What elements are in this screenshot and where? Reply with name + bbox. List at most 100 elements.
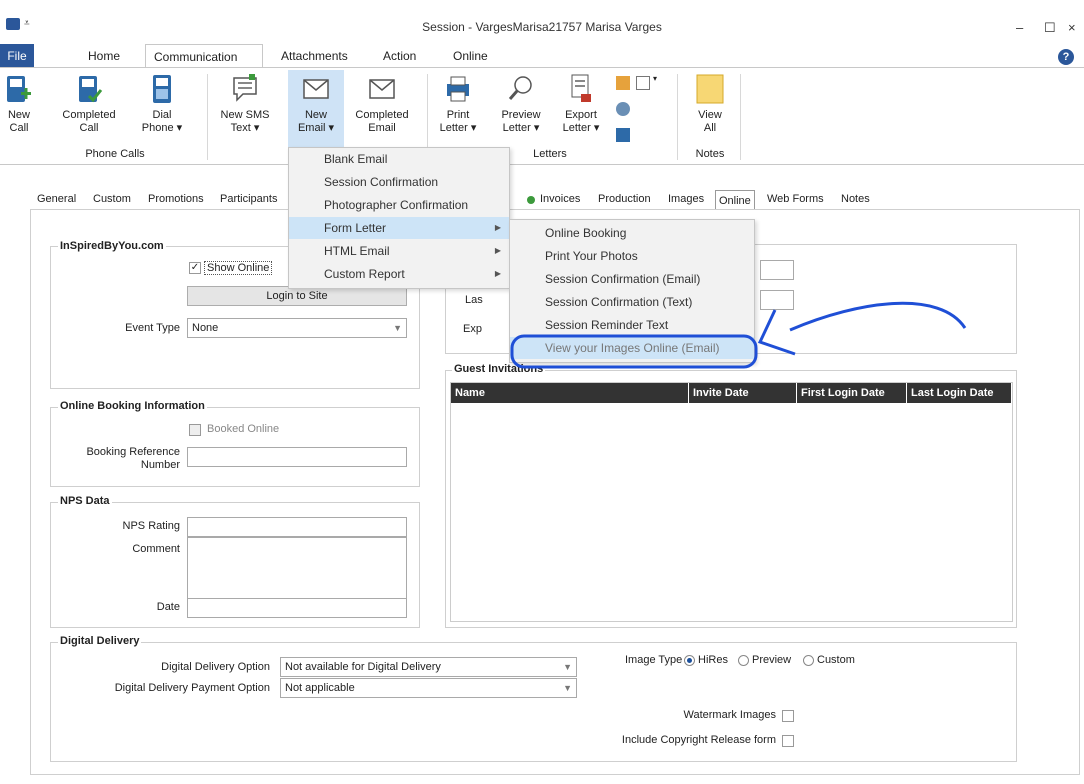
tab-action[interactable]: Action bbox=[375, 44, 424, 68]
custom-report-label: Custom Report bbox=[324, 267, 405, 281]
tab-participants[interactable]: Participants bbox=[220, 193, 277, 205]
comment-label: Comment bbox=[132, 543, 180, 555]
new-sms-button[interactable]: New SMS Text ▾ bbox=[215, 72, 275, 135]
menu-item-form-letter[interactable]: Form Letter ▶ bbox=[289, 217, 509, 239]
menu-item-custom-report[interactable]: Custom Report ▶ bbox=[289, 263, 509, 285]
copyright-checkbox[interactable] bbox=[782, 735, 794, 747]
address-book-icon[interactable] bbox=[616, 128, 630, 142]
nps-rating-label: NPS Rating bbox=[122, 520, 180, 532]
menu-item-session-confirmation[interactable]: Session Confirmation bbox=[289, 171, 509, 193]
separator bbox=[207, 74, 208, 160]
export-letter-button[interactable]: Export Letter ▾ bbox=[556, 72, 606, 135]
phone-check-icon bbox=[79, 76, 103, 103]
inspired-legend: InSpiredByYou.com bbox=[58, 240, 166, 252]
submenu-arrow-icon: ▶ bbox=[494, 246, 501, 255]
tab-invoices[interactable]: Invoices bbox=[540, 193, 580, 205]
tab-images[interactable]: Images bbox=[668, 193, 704, 205]
custom-label: Custom bbox=[817, 654, 855, 666]
watermark-checkbox[interactable] bbox=[782, 710, 794, 722]
menu-item-print-your-photos[interactable]: Print Your Photos bbox=[510, 245, 754, 267]
menu-item-blank-email[interactable]: Blank Email bbox=[289, 148, 509, 170]
tab-notes[interactable]: Notes bbox=[841, 193, 870, 205]
custom-radio[interactable] bbox=[803, 655, 814, 666]
preview-letter-button[interactable]: Preview Letter ▾ bbox=[495, 72, 547, 135]
menu-item-session-confirmation-email[interactable]: Session Confirmation (Email) bbox=[510, 268, 754, 290]
submenu-arrow-icon: ▶ bbox=[494, 223, 501, 232]
login-to-site-button[interactable]: Login to Site bbox=[187, 286, 407, 306]
tab-promotions[interactable]: Promotions bbox=[148, 193, 204, 205]
guest-invitations-table[interactable]: Name Invite Date First Login Date Last L… bbox=[450, 382, 1013, 622]
completed-call-button[interactable]: Completed Call bbox=[56, 72, 122, 135]
new-call-label: New Call bbox=[7, 109, 30, 134]
preview-radio[interactable] bbox=[738, 655, 749, 666]
tab-communication[interactable]: Communication bbox=[145, 44, 263, 68]
minimize-button[interactable]: – bbox=[1016, 20, 1023, 35]
date-label: Date bbox=[156, 601, 180, 613]
tab-online-content[interactable]: Online bbox=[715, 190, 755, 210]
html-email-label: HTML Email bbox=[324, 244, 390, 258]
column-name[interactable]: Name bbox=[451, 383, 689, 403]
print-letter-button[interactable]: Print Letter ▾ bbox=[436, 72, 480, 135]
column-first-login-date[interactable]: First Login Date bbox=[797, 383, 907, 403]
digital-payment-label: Digital Delivery Payment Option bbox=[114, 682, 270, 694]
comment-textarea[interactable] bbox=[187, 537, 407, 599]
nps-legend: NPS Data bbox=[58, 495, 112, 507]
image-type-label: Image Type bbox=[625, 654, 683, 666]
envelope-icon bbox=[303, 79, 329, 99]
menu-item-view-images-online[interactable]: View your Images Online (Email) bbox=[510, 337, 754, 359]
sticky-note-icon bbox=[696, 74, 724, 104]
new-call-button[interactable]: New Call bbox=[0, 72, 38, 135]
menu-item-session-confirmation-text[interactable]: Session Confirmation (Text) bbox=[510, 291, 754, 313]
mail-merge-icon[interactable] bbox=[616, 76, 630, 90]
event-type-label: Event Type bbox=[125, 322, 180, 334]
new-email-button[interactable]: New Email ▾ bbox=[288, 70, 344, 150]
window-title: Session - VargesMarisa21757 Marisa Varge… bbox=[422, 20, 662, 34]
view-all-notes-button[interactable]: View All bbox=[690, 72, 730, 135]
help-icon[interactable]: ? bbox=[1058, 49, 1074, 65]
show-online-label: Show Online bbox=[204, 261, 273, 275]
menu-item-session-reminder-text[interactable]: Session Reminder Text bbox=[510, 314, 754, 336]
right-field-1[interactable] bbox=[760, 260, 794, 280]
tab-online[interactable]: Online bbox=[445, 44, 496, 68]
tab-file[interactable]: File bbox=[0, 44, 34, 68]
close-button[interactable]: × bbox=[1068, 20, 1076, 35]
completed-email-button[interactable]: Completed Email bbox=[350, 72, 414, 135]
digital-option-select[interactable]: Not available for Digital Delivery ▼ bbox=[280, 657, 577, 677]
tab-production[interactable]: Production bbox=[598, 193, 651, 205]
menu-item-photographer-confirmation[interactable]: Photographer Confirmation bbox=[289, 194, 509, 216]
nps-date-input[interactable] bbox=[187, 598, 407, 618]
dial-phone-button[interactable]: Dial Phone ▾ bbox=[137, 72, 187, 135]
right-field-2[interactable] bbox=[760, 290, 794, 310]
contacts-icon[interactable] bbox=[616, 102, 630, 116]
booked-online-checkbox[interactable] bbox=[189, 424, 201, 436]
envelope-icon bbox=[369, 79, 395, 99]
maximize-button[interactable]: ☐ bbox=[1044, 20, 1056, 36]
column-invite-date[interactable]: Invite Date bbox=[689, 383, 797, 403]
tab-home[interactable]: Home bbox=[80, 44, 128, 68]
tab-web-forms[interactable]: Web Forms bbox=[767, 193, 824, 205]
ribbon-tabs: File Home Communication Attachments Acti… bbox=[0, 44, 1084, 68]
invoice-status-icon bbox=[527, 196, 535, 204]
digital-delivery-legend: Digital Delivery bbox=[58, 635, 142, 647]
view-all-label: View All bbox=[698, 109, 722, 134]
booking-ref-label-1: Booking Reference bbox=[86, 446, 180, 458]
menu-item-online-booking[interactable]: Online Booking bbox=[510, 222, 754, 244]
show-online-checkbox[interactable]: ✓ bbox=[189, 262, 201, 274]
tab-custom[interactable]: Custom bbox=[93, 193, 131, 205]
chevron-down-icon: ▼ bbox=[563, 683, 572, 693]
tab-general[interactable]: General bbox=[37, 193, 76, 205]
hires-radio[interactable] bbox=[684, 655, 695, 666]
title-bar: ⩡ Session - VargesMarisa21757 Marisa Var… bbox=[0, 0, 1084, 40]
digital-payment-select[interactable]: Not applicable ▼ bbox=[280, 678, 577, 698]
event-type-select[interactable]: None ▼ bbox=[187, 318, 407, 338]
document-icon[interactable] bbox=[636, 76, 650, 90]
completed-email-label: Completed Email bbox=[355, 109, 409, 134]
chevron-down-icon: ▼ bbox=[393, 323, 402, 333]
nps-rating-input[interactable] bbox=[187, 517, 407, 537]
dropdown-icon[interactable]: ▾ bbox=[653, 74, 657, 83]
menu-item-html-email[interactable]: HTML Email ▶ bbox=[289, 240, 509, 262]
booking-reference-input[interactable] bbox=[187, 447, 407, 467]
magnifier-icon bbox=[508, 76, 532, 100]
tab-attachments[interactable]: Attachments bbox=[273, 44, 356, 68]
column-last-login-date[interactable]: Last Login Date bbox=[907, 383, 1012, 403]
